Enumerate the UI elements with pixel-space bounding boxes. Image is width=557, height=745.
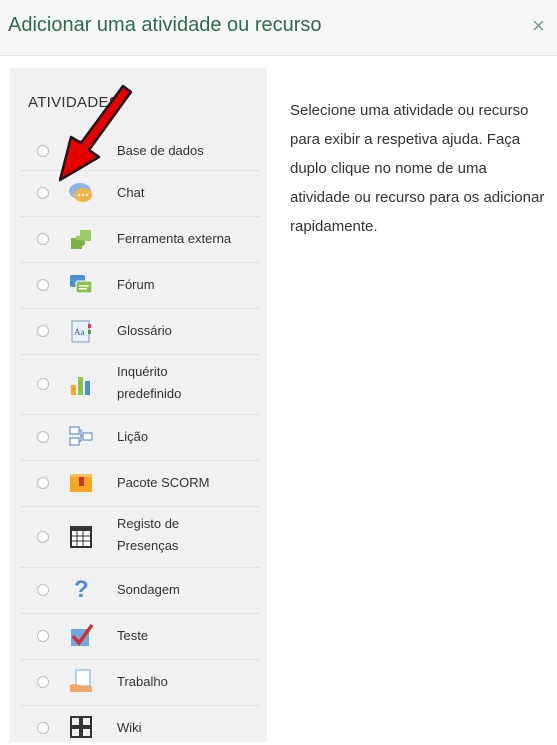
package-icon xyxy=(68,470,94,496)
radio-button[interactable] xyxy=(37,325,49,337)
radio-button[interactable] xyxy=(37,233,49,245)
list-item[interactable]: Teste xyxy=(20,614,260,660)
list-item[interactable]: Fórum xyxy=(20,263,260,309)
list-item-label: Ferramenta externa xyxy=(117,231,232,246)
radio-button[interactable] xyxy=(37,279,49,291)
bar-chart-icon xyxy=(68,371,94,397)
dialog-header: Adicionar uma atividade ou recurso × xyxy=(0,0,557,56)
database-icon xyxy=(68,137,94,163)
radio-button[interactable] xyxy=(37,378,49,390)
list-item[interactable]: Aa Glossário xyxy=(20,309,260,355)
list-item-label: Base de dados xyxy=(117,143,204,158)
list-item-label: Teste xyxy=(117,628,149,643)
list-item[interactable]: Inquérito predefinido xyxy=(20,355,260,415)
dialog-title: Adicionar uma atividade ou recurso xyxy=(8,14,322,36)
question-icon: ? xyxy=(68,576,94,603)
radio-button[interactable] xyxy=(37,431,49,443)
attendance-icon xyxy=(68,524,94,550)
list-item-label: Fórum xyxy=(117,277,155,292)
puzzle-icon xyxy=(68,226,94,252)
list-item-label: Registo de Presenças xyxy=(117,516,180,553)
list-item[interactable]: Lição xyxy=(20,415,260,461)
radio-button[interactable] xyxy=(37,187,49,199)
list-item[interactable]: Trabalho xyxy=(20,660,260,706)
list-item-label: Inquérito predefinido xyxy=(117,364,182,401)
chat-icon xyxy=(68,180,94,206)
list-item-label: Sondagem xyxy=(117,582,180,597)
list-item[interactable]: Wiki xyxy=(20,706,260,742)
glossary-icon: Aa xyxy=(68,318,94,344)
list-item[interactable]: Ferramenta externa xyxy=(20,217,260,263)
checkmark-icon xyxy=(68,622,94,648)
list-item-label: Pacote SCORM xyxy=(117,475,210,490)
radio-button[interactable] xyxy=(37,531,49,543)
list-item[interactable]: Chat xyxy=(20,171,260,217)
radio-button[interactable] xyxy=(37,630,49,642)
svg-text:?: ? xyxy=(74,576,89,602)
list-item[interactable]: ? Sondagem xyxy=(20,568,260,614)
wiki-icon xyxy=(68,714,94,740)
forum-icon xyxy=(68,272,94,298)
radio-button[interactable] xyxy=(37,584,49,596)
list-item-label: Chat xyxy=(117,185,145,200)
list-item-label: Lição xyxy=(117,429,149,444)
list-item[interactable]: Base de dados xyxy=(20,133,260,171)
svg-text:Aa: Aa xyxy=(74,327,85,337)
lesson-icon xyxy=(68,424,94,450)
list-item-label: Glossário xyxy=(117,323,172,338)
help-text: Selecione uma atividade ou recurso para … xyxy=(290,102,545,235)
section-heading: ATIVIDADES xyxy=(28,94,120,111)
list-item[interactable]: Registo de Presenças xyxy=(20,507,260,568)
assignment-icon xyxy=(68,668,94,694)
radio-button[interactable] xyxy=(37,676,49,688)
list-item-label: Trabalho xyxy=(117,674,168,689)
radio-button[interactable] xyxy=(37,145,49,157)
radio-button[interactable] xyxy=(37,722,49,734)
close-icon[interactable]: × xyxy=(532,15,545,37)
radio-button[interactable] xyxy=(37,477,49,489)
list-item[interactable]: Pacote SCORM xyxy=(20,461,260,507)
list-item-label: Wiki xyxy=(117,720,142,735)
